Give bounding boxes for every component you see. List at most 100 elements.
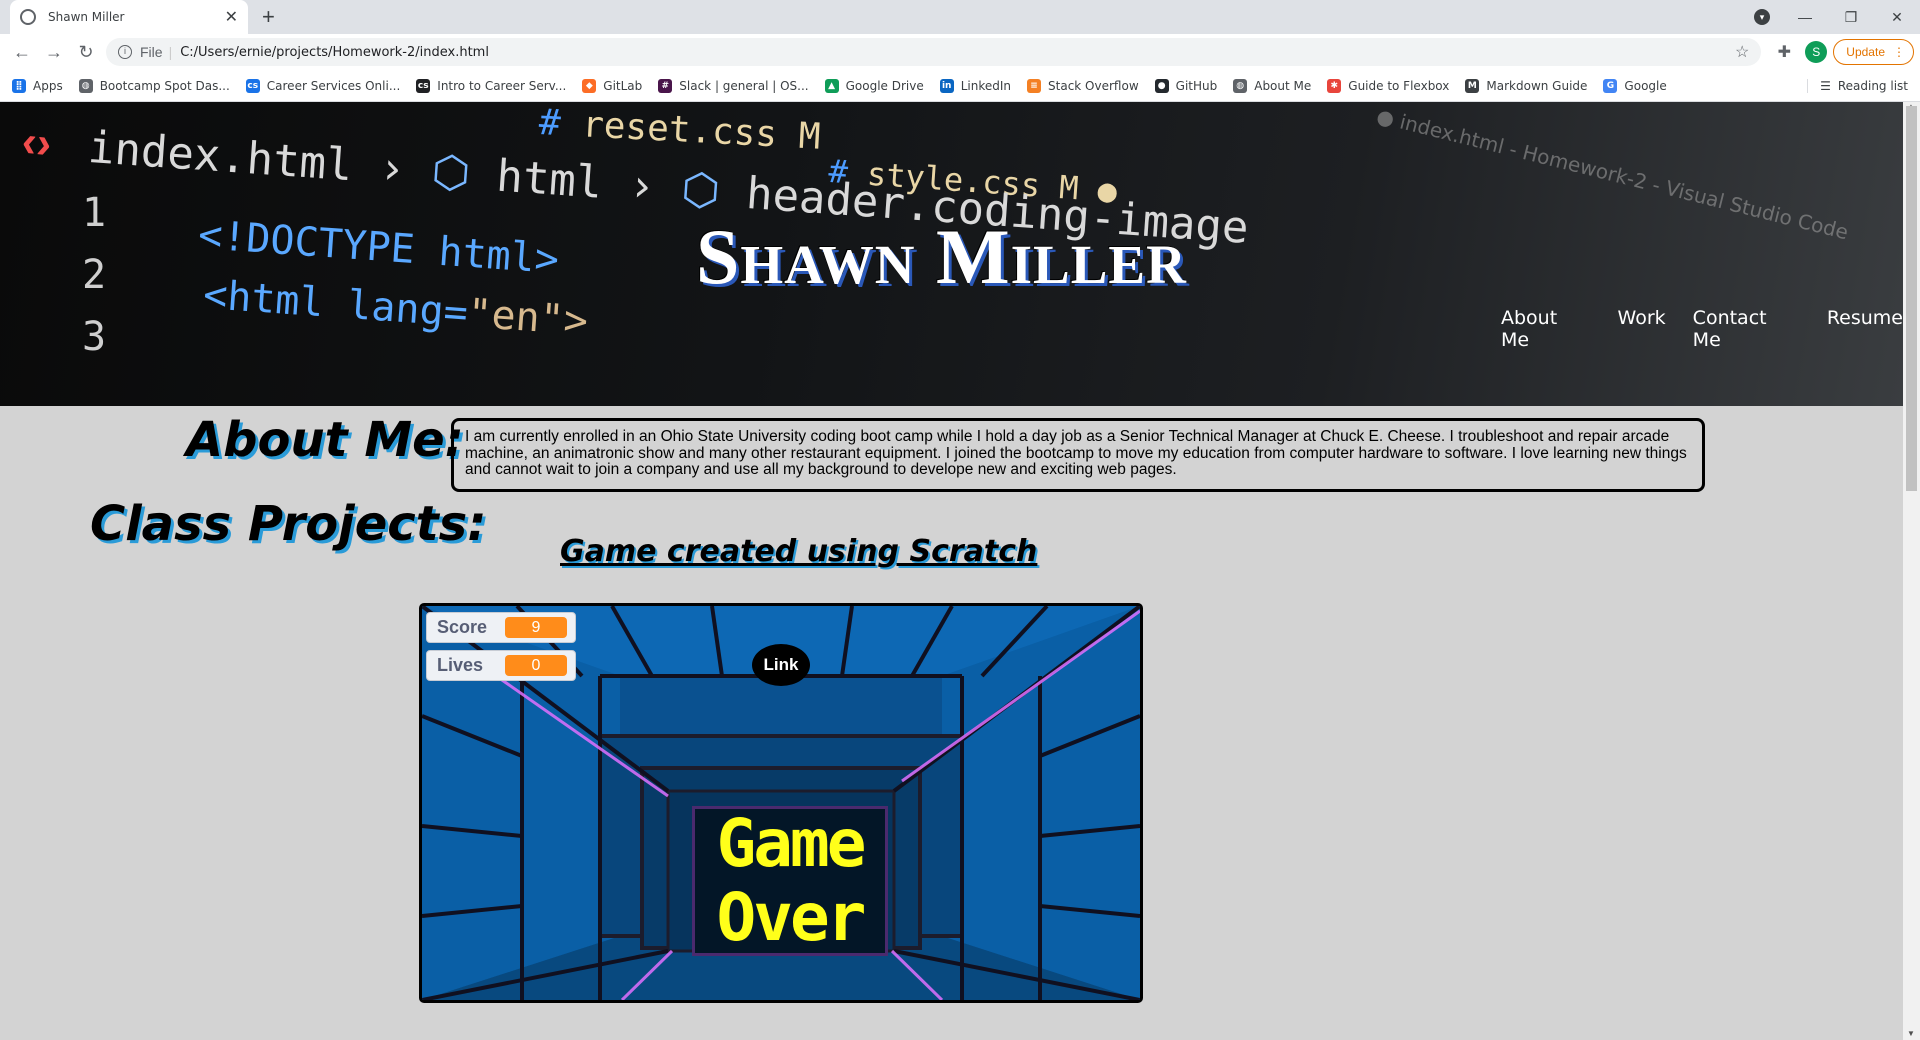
bookmark-item[interactable]: cs Career Services Onli... xyxy=(245,78,401,93)
score-label: Score xyxy=(437,617,488,637)
scratch-game-link[interactable]: Game created using Scratch xyxy=(560,534,1037,569)
bookmark-item[interactable]: G Google xyxy=(1603,78,1667,93)
bookmark-item[interactable]: cs Intro to Career Serv... xyxy=(416,78,567,93)
projects-heading: Class Projects: xyxy=(90,496,487,552)
game-over-line-1: Game xyxy=(716,805,867,882)
bookmark-item[interactable]: in LinkedIn xyxy=(939,78,1012,93)
globe-icon: ◍ xyxy=(78,78,93,93)
scroll-down-arrow-icon[interactable]: ▼ xyxy=(1907,1029,1915,1038)
url-text[interactable]: C:/Users/ernie/projects/Homework-2/index… xyxy=(180,45,1735,60)
line-number: 3 xyxy=(82,314,107,360)
bookmark-item[interactable]: ◍ Bootcamp Spot Das... xyxy=(78,78,230,93)
tab-search-icon[interactable]: ▾ xyxy=(1754,9,1770,25)
nav-work[interactable]: Work xyxy=(1618,307,1666,351)
linkedin-icon: in xyxy=(939,78,954,93)
extensions-puzzle-icon[interactable]: ✚ xyxy=(1769,42,1799,62)
markdown-icon: M xyxy=(1465,78,1480,93)
bookmark-label: Apps xyxy=(33,78,63,93)
globe-icon: ◍ xyxy=(1233,78,1248,93)
main-nav: About Me Work Contact Me Resume xyxy=(1501,307,1903,351)
lives-value: 0 xyxy=(505,655,567,676)
lives-label: Lives xyxy=(437,655,484,675)
close-tab-icon[interactable]: ✕ xyxy=(225,7,238,27)
star-burst-icon: ✱ xyxy=(1327,78,1342,93)
bookmark-label: Career Services Onli... xyxy=(266,78,401,93)
bookmark-label: GitLab xyxy=(603,78,643,93)
bookmarks-list: ⣿ Apps ◍ Bootcamp Spot Das... cs Career Servi… xyxy=(12,78,1683,93)
update-label: Update xyxy=(1846,45,1885,59)
globe-icon xyxy=(20,9,36,25)
slack-icon: # xyxy=(658,78,673,93)
tab-title: Shawn Miller xyxy=(48,10,125,24)
bookmark-item[interactable]: M Markdown Guide xyxy=(1465,78,1588,93)
score-value: 9 xyxy=(505,617,567,638)
reading-list-label: Reading list xyxy=(1837,78,1908,93)
bookmark-item[interactable]: ▲ Google Drive xyxy=(824,78,924,93)
bookmark-item[interactable]: ● GitHub xyxy=(1154,78,1217,93)
bookmark-item[interactable]: ◍ About Me xyxy=(1233,78,1312,93)
close-window-icon[interactable]: ✕ xyxy=(1874,9,1920,26)
nav-about-me[interactable]: About Me xyxy=(1501,307,1591,351)
profile-avatar[interactable]: S xyxy=(1805,41,1828,63)
about-text: I am currently enrolled in an Ohio State… xyxy=(451,418,1705,492)
cs-icon: cs xyxy=(245,78,260,93)
menu-dots-icon: ⋮ xyxy=(1893,45,1905,59)
bookmark-star-icon[interactable]: ☆ xyxy=(1735,42,1749,62)
forward-arrow-icon[interactable]: → xyxy=(38,42,70,63)
omnibox-separator: | xyxy=(168,44,173,60)
bookmark-label: Markdown Guide xyxy=(1486,78,1588,93)
scrollbar-thumb[interactable] xyxy=(1906,106,1917,491)
stackoverflow-icon: ≡ xyxy=(1027,78,1042,93)
code-doctype: <!DOCTYPE html> xyxy=(196,212,561,284)
hero-header: ‹› # reset.css M # style.css M ● index.h… xyxy=(0,102,1903,406)
browser-tab-strip: Shawn Miller ✕ + ▾ — ❐ ✕ xyxy=(0,0,1920,34)
game-over-line-2: Over xyxy=(716,879,867,956)
nav-resume[interactable]: Resume xyxy=(1827,307,1903,351)
apps-grid-icon: ⣿ xyxy=(12,78,26,93)
code-tab-reset: # reset.css M xyxy=(537,102,822,158)
restore-icon[interactable]: ❐ xyxy=(1828,9,1874,26)
bookmark-item[interactable]: # Slack | general | OS... xyxy=(658,78,809,93)
reload-icon[interactable]: ↻ xyxy=(70,42,102,63)
new-tab-button[interactable]: + xyxy=(262,4,275,30)
lives-monitor: Lives 0 xyxy=(426,650,576,681)
bookmark-label: Slack | general | OS... xyxy=(679,78,809,93)
line-number: 1 xyxy=(82,190,107,236)
github-icon: ● xyxy=(1154,78,1169,93)
bookmark-label: LinkedIn xyxy=(960,78,1012,93)
back-arrow-icon[interactable]: ← xyxy=(6,42,38,63)
browser-tab[interactable]: Shawn Miller ✕ xyxy=(10,0,248,34)
nav-contact-me[interactable]: Contact Me xyxy=(1693,307,1800,351)
browser-toolbar: ← → ↻ i File | C:/Users/ernie/projects/H… xyxy=(0,34,1920,70)
bookmark-label: Guide to Flexbox xyxy=(1348,78,1450,93)
code-html-open: <html lang="en"> xyxy=(201,272,590,345)
line-number: 2 xyxy=(82,252,107,298)
bookmark-label: About Me xyxy=(1254,78,1312,93)
about-heading: About Me: xyxy=(186,412,464,468)
bookmark-item[interactable]: ≡ Stack Overflow xyxy=(1027,78,1139,93)
bookmark-label: Intro to Career Serv... xyxy=(437,78,567,93)
gitlab-icon: ◆ xyxy=(582,78,597,93)
html-tag-icon: ‹› xyxy=(19,116,54,169)
reading-list-button[interactable]: ☰ Reading list xyxy=(1807,78,1908,93)
bookmark-label: Google xyxy=(1624,78,1667,93)
update-button[interactable]: Update ⋮ xyxy=(1833,39,1914,65)
site-title: Shawn Miller xyxy=(696,213,1187,300)
page-scrollbar[interactable]: ▲ ▼ xyxy=(1903,102,1920,1040)
address-bar[interactable]: i File | C:/Users/ernie/projects/Homewor… xyxy=(106,38,1762,66)
bookmark-label: Google Drive xyxy=(845,78,924,93)
bookmark-item[interactable]: ◆ GitLab xyxy=(582,78,643,93)
score-monitor: Score 9 xyxy=(426,612,576,643)
bookmark-label: Bootcamp Spot Das... xyxy=(99,78,230,93)
minimize-icon[interactable]: — xyxy=(1782,9,1828,25)
bookmark-item[interactable]: ⣿ Apps xyxy=(12,78,63,93)
bookmarks-bar: ⣿ Apps ◍ Bootcamp Spot Das... cs Career Servi… xyxy=(0,70,1920,102)
bookmark-label: Stack Overflow xyxy=(1048,78,1139,93)
bookmark-item[interactable]: ✱ Guide to Flexbox xyxy=(1327,78,1450,93)
scratch-game-stage[interactable]: Score 9 Lives 0 Link Game Over xyxy=(419,603,1143,1003)
drive-icon: ▲ xyxy=(824,78,839,93)
reading-list-icon: ☰ xyxy=(1820,78,1831,93)
info-icon[interactable]: i xyxy=(118,45,132,59)
file-label: File xyxy=(140,44,163,60)
link-bubble[interactable]: Link xyxy=(752,644,810,686)
